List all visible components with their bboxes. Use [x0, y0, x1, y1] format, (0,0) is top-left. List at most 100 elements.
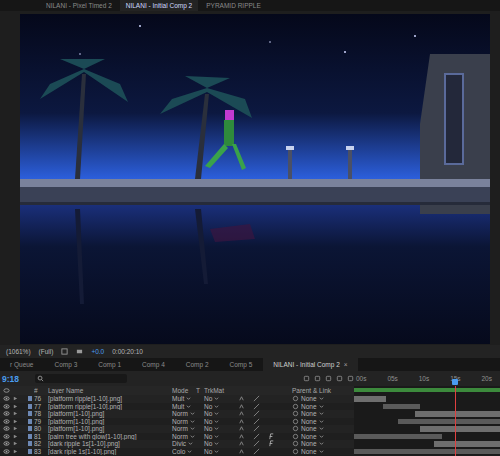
document-tab[interactable]: NILANI - Pixel Timed 2 [40, 0, 118, 11]
mode-column-header[interactable]: Mode [172, 387, 196, 394]
quality-icon[interactable] [253, 410, 260, 417]
timeline-switch-icon[interactable] [303, 375, 310, 382]
pickwhip-icon[interactable] [292, 410, 299, 417]
mode-dropdown[interactable]: Norm [172, 418, 196, 426]
quality-icon[interactable] [253, 433, 260, 440]
layer-row[interactable]: 77 [platform ripple[1-10].png] Mult No N… [0, 403, 500, 411]
pickwhip-icon[interactable] [292, 418, 299, 425]
layer-duration-bar[interactable] [354, 396, 386, 402]
camera-icon[interactable] [76, 348, 83, 355]
panel-tab[interactable]: NILANI - Initial Comp 2 × [263, 358, 357, 371]
parent-dropdown[interactable]: None [292, 425, 354, 433]
layer-row[interactable]: 81 [palm tree with glow[1-10].png] Norm … [0, 433, 500, 441]
pickwhip-icon[interactable] [292, 403, 299, 410]
expand-arrow-icon[interactable] [13, 449, 18, 454]
layer-row[interactable]: 83 [dark riple 1s[1-10].png] Colo No Non… [0, 448, 500, 456]
time-ruler[interactable]: 00s05s10s15s20s [354, 371, 500, 386]
timeline-switch-icon[interactable] [336, 375, 343, 382]
mode-dropdown[interactable]: Colo [172, 448, 196, 456]
layer-row[interactable]: 76 [platform ripple[1-10].png] Mult No N… [0, 395, 500, 403]
shy-icon[interactable] [238, 395, 245, 402]
track-matte-dropdown[interactable]: No [204, 403, 232, 411]
shy-icon[interactable] [238, 433, 245, 440]
expand-arrow-icon[interactable] [13, 404, 18, 409]
shy-icon[interactable] [238, 403, 245, 410]
parent-column-header[interactable]: Parent & Link [292, 387, 354, 394]
mode-dropdown[interactable]: Mult [172, 395, 196, 403]
layer-name[interactable]: [dark ripple 1s[1-10].png] [48, 440, 172, 448]
panel-tab[interactable]: r Queue [0, 358, 44, 371]
quality-icon[interactable] [253, 395, 260, 402]
number-column-header[interactable]: # [34, 387, 48, 394]
layer-duration-bar[interactable] [415, 411, 500, 417]
layer-duration-bar[interactable] [383, 404, 420, 410]
eye-icon[interactable] [3, 403, 10, 410]
layer-duration-bar[interactable] [354, 434, 442, 440]
document-tab[interactable]: PYRAMID RIPPLE [200, 0, 267, 11]
eye-icon[interactable] [3, 418, 10, 425]
layer-name[interactable]: [platform[1-10].png] [48, 418, 172, 426]
mode-dropdown[interactable]: Norm [172, 410, 196, 418]
expand-arrow-icon[interactable] [13, 396, 18, 401]
effects-icon[interactable] [268, 440, 275, 447]
track-matte-dropdown[interactable]: No [204, 410, 232, 418]
pickwhip-icon[interactable] [292, 448, 299, 455]
panel-tab[interactable]: Comp 5 [220, 358, 263, 371]
eye-icon[interactable] [3, 395, 10, 402]
quality-icon[interactable] [253, 448, 260, 455]
shy-icon[interactable] [238, 410, 245, 417]
track-matte-dropdown[interactable]: No [204, 395, 232, 403]
timeline-switch-icon[interactable] [314, 375, 321, 382]
effects-icon[interactable] [268, 433, 275, 440]
label-color-swatch[interactable] [28, 404, 32, 409]
mode-dropdown[interactable]: Norm [172, 425, 196, 433]
quality-icon[interactable] [253, 418, 260, 425]
panel-tab[interactable]: Comp 1 [88, 358, 131, 371]
label-color-swatch[interactable] [28, 411, 32, 416]
eye-icon[interactable] [3, 433, 10, 440]
shy-icon[interactable] [238, 418, 245, 425]
resolution-dropdown[interactable]: (Full) [39, 348, 54, 355]
expand-arrow-icon[interactable] [13, 441, 18, 446]
pickwhip-icon[interactable] [292, 425, 299, 432]
current-time[interactable]: 9:18 [2, 374, 19, 384]
timeline-switch-icon[interactable] [325, 375, 332, 382]
layer-search-field[interactable] [35, 374, 127, 383]
layer-row[interactable]: 80 [platform[1-10].png] Norm No None [0, 425, 500, 433]
layer-name[interactable]: [platform[1-10].png] [48, 410, 172, 418]
trkmat-column-header[interactable]: TrkMat [204, 387, 232, 394]
quality-icon[interactable] [253, 440, 260, 447]
label-color-swatch[interactable] [28, 396, 32, 401]
eye-icon[interactable] [3, 448, 10, 455]
composition-viewer[interactable] [0, 11, 500, 345]
layer-name[interactable]: [platform[1-10].png] [48, 425, 172, 433]
expand-arrow-icon[interactable] [13, 434, 18, 439]
close-tab-button[interactable]: × [344, 361, 348, 368]
layer-row[interactable]: 82 [dark ripple 1s[1-10].png] Divic No N… [0, 440, 500, 448]
expand-arrow-icon[interactable] [13, 426, 18, 431]
quality-icon[interactable] [253, 425, 260, 432]
parent-dropdown[interactable]: None [292, 418, 354, 426]
eye-icon[interactable] [3, 440, 10, 447]
label-color-swatch[interactable] [28, 419, 32, 424]
panel-tab[interactable]: Comp 3 [45, 358, 88, 371]
t-column-header[interactable]: T [196, 387, 204, 394]
mode-dropdown[interactable]: Divic [172, 440, 196, 448]
pickwhip-icon[interactable] [292, 440, 299, 447]
track-matte-dropdown[interactable]: No [204, 418, 232, 426]
label-color-swatch[interactable] [28, 441, 32, 446]
expand-arrow-icon[interactable] [13, 411, 18, 416]
layer-row[interactable]: 78 [platform[1-10].png] Norm No None [0, 410, 500, 418]
zoom-dropdown[interactable]: (1061%) [6, 348, 31, 355]
grid-icon[interactable] [61, 348, 68, 355]
parent-dropdown[interactable]: None [292, 440, 354, 448]
parent-dropdown[interactable]: None [292, 403, 354, 411]
parent-dropdown[interactable]: None [292, 410, 354, 418]
track-matte-dropdown[interactable]: No [204, 448, 232, 456]
track-matte-dropdown[interactable]: No [204, 433, 232, 441]
track-matte-dropdown[interactable]: No [204, 425, 232, 433]
layer-name[interactable]: [platform ripple[1-10].png] [48, 395, 172, 403]
label-color-swatch[interactable] [28, 426, 32, 431]
panel-tab[interactable]: Comp 2 [176, 358, 219, 371]
shy-icon[interactable] [238, 440, 245, 447]
